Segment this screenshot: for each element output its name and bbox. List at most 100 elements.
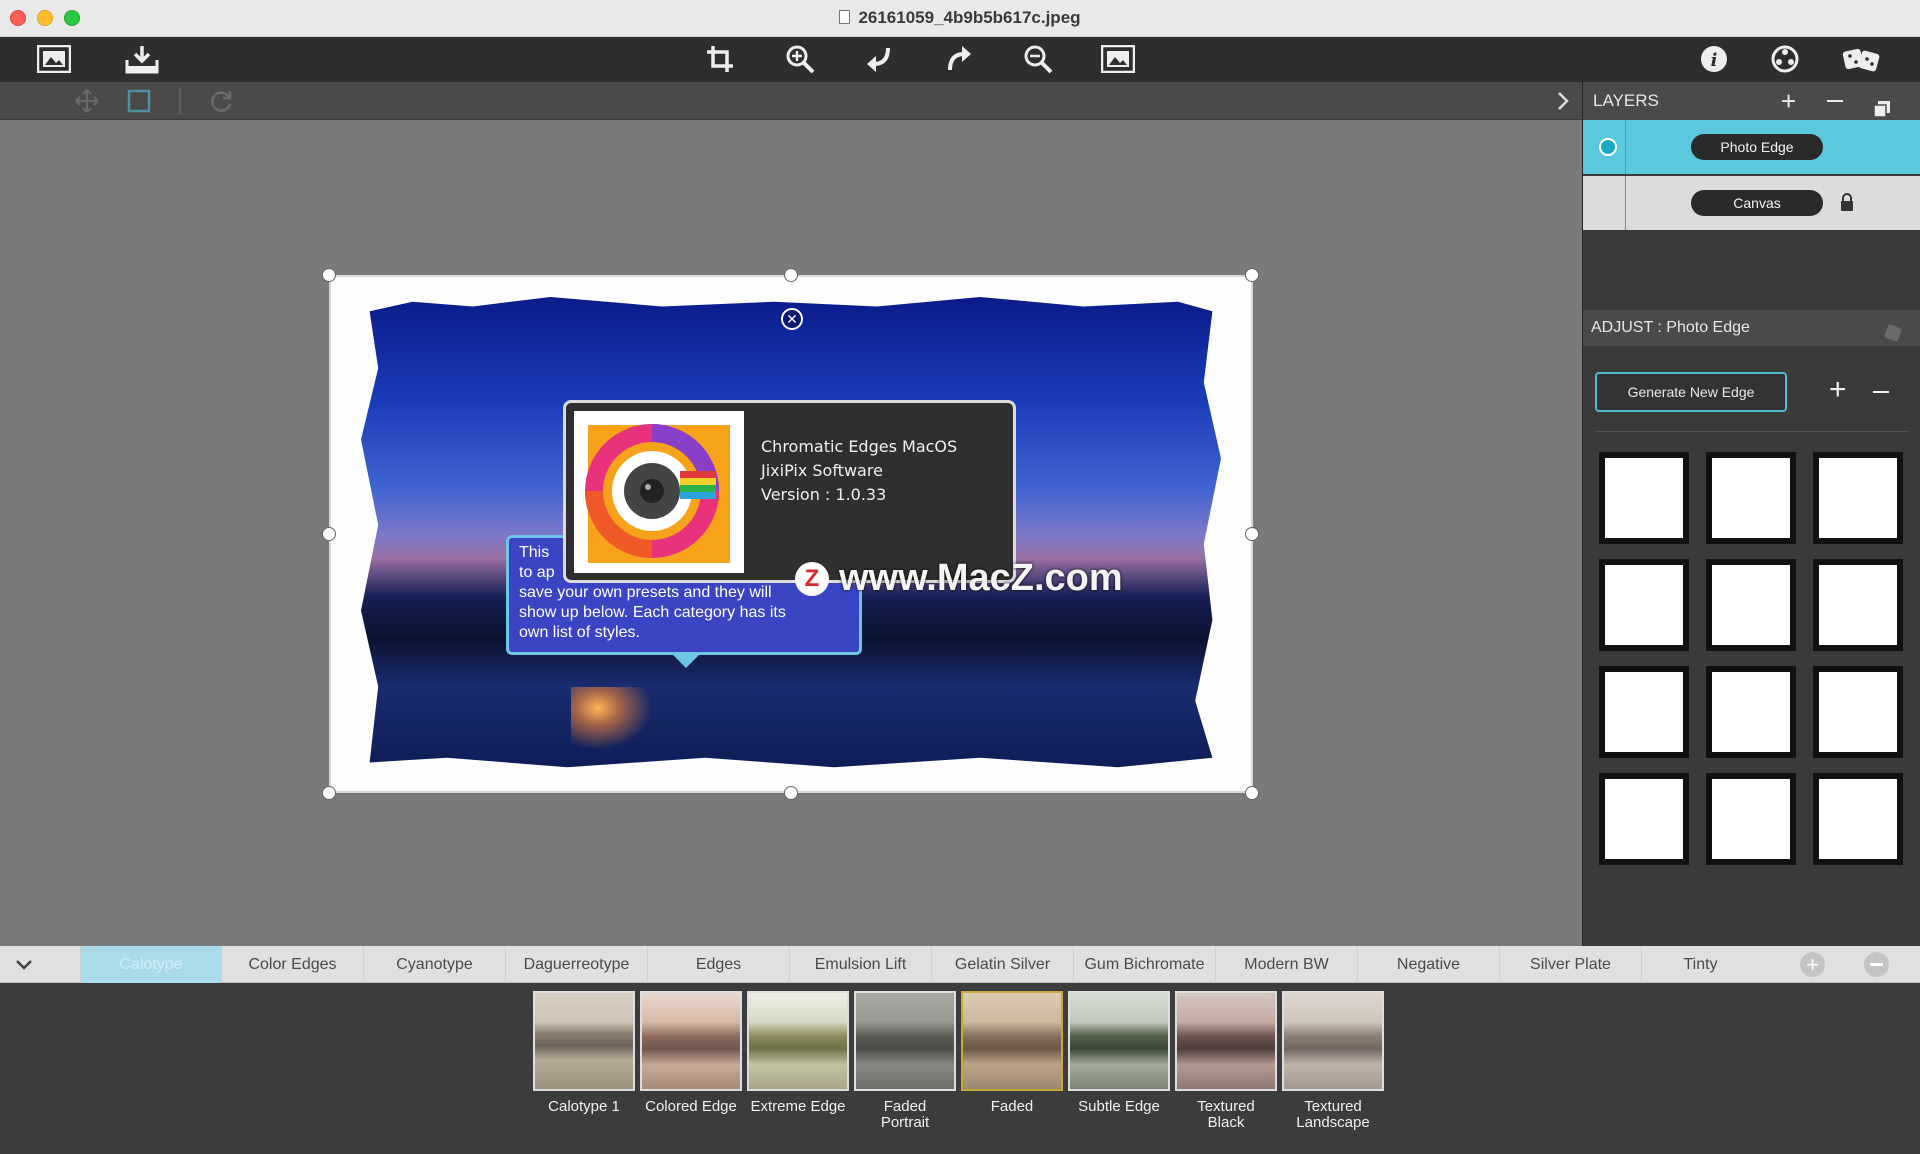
resize-handle-top-left[interactable] xyxy=(322,268,336,282)
remove-layer-icon[interactable] xyxy=(1827,100,1843,102)
tab-emulsion-lift[interactable]: Emulsion Lift xyxy=(789,946,931,983)
preset-label: Faded xyxy=(990,1098,1034,1115)
redo-icon[interactable] xyxy=(939,41,979,77)
add-layer-icon[interactable]: + xyxy=(1781,82,1796,120)
layer-row-canvas[interactable]: Canvas xyxy=(1583,176,1920,230)
lock-icon[interactable] xyxy=(1839,192,1855,217)
app-window: 26161059_4b9b5b617c.jpeg i This to ap sa… xyxy=(0,0,1920,1154)
expand-panel-chevron-icon[interactable] xyxy=(1548,87,1578,115)
preset-thumbnail xyxy=(640,991,742,1091)
save-image-icon[interactable] xyxy=(122,41,162,77)
edge-thumbnail[interactable] xyxy=(1599,666,1689,758)
preset-label: Subtle Edge xyxy=(1078,1098,1160,1115)
edge-thumbnail[interactable] xyxy=(1706,452,1796,544)
zoom-in-icon[interactable] xyxy=(780,41,820,77)
tab-gelatin-silver[interactable]: Gelatin Silver xyxy=(931,946,1073,983)
tab-negative[interactable]: Negative xyxy=(1357,946,1499,983)
layer-label: Canvas xyxy=(1691,190,1823,216)
preset-faded-portrait[interactable]: Faded Portrait xyxy=(854,991,956,1131)
main-toolbar: i xyxy=(0,37,1920,82)
app-logo xyxy=(574,411,744,573)
preset-label: Faded Portrait xyxy=(880,1098,930,1131)
about-dialog: Chromatic Edges MacOS JixiPix Software V… xyxy=(563,400,1016,583)
preset-label: Textured Landscape xyxy=(1296,1098,1370,1131)
tooltip-arrow xyxy=(672,654,700,668)
edge-thumbnail[interactable] xyxy=(1599,559,1689,651)
preset-subtle-edge[interactable]: Subtle Edge xyxy=(1068,991,1170,1115)
preset-label: Colored Edge xyxy=(645,1098,737,1115)
move-tool-icon[interactable] xyxy=(72,87,102,115)
edge-thumbnail[interactable] xyxy=(1813,666,1903,758)
layer-divider xyxy=(1625,176,1626,230)
remove-edge-icon[interactable] xyxy=(1873,391,1889,393)
edge-thumbnail[interactable] xyxy=(1599,773,1689,865)
tab-edges[interactable]: Edges xyxy=(647,946,789,983)
preset-faded[interactable]: Faded xyxy=(961,991,1063,1115)
preset-thumbnail xyxy=(747,991,849,1091)
resize-handle-bottom-left[interactable] xyxy=(322,786,336,800)
resize-handle-top[interactable] xyxy=(784,268,798,282)
toolbar-divider xyxy=(179,88,181,114)
tab-tinty[interactable]: Tinty xyxy=(1641,946,1759,983)
fit-image-icon[interactable] xyxy=(1098,41,1138,77)
remove-preset-icon[interactable] xyxy=(1864,952,1889,977)
tab-daguerreotype[interactable]: Daguerreotype xyxy=(505,946,647,983)
edge-thumbnail[interactable] xyxy=(1813,773,1903,865)
layer-row-photo-edge[interactable]: Photo Edge xyxy=(1583,120,1920,174)
window-title: 26161059_4b9b5b617c.jpeg xyxy=(0,8,1920,28)
watermark-logo: Z xyxy=(795,562,829,596)
edge-thumbnail[interactable] xyxy=(1706,666,1796,758)
edge-thumbnail[interactable] xyxy=(1813,452,1903,544)
resize-handle-right[interactable] xyxy=(1245,527,1259,541)
layer-visibility-icon[interactable] xyxy=(1599,138,1617,156)
add-preset-icon[interactable]: + xyxy=(1800,952,1825,977)
rotate-tool-icon[interactable] xyxy=(206,87,236,115)
preset-label: Textured Black xyxy=(1197,1098,1255,1131)
title-bar: 26161059_4b9b5b617c.jpeg xyxy=(0,0,1920,37)
edge-thumbnail[interactable] xyxy=(1599,452,1689,544)
tab-gum-bichromate[interactable]: Gum Bichromate xyxy=(1073,946,1215,983)
preset-label: Extreme Edge xyxy=(750,1098,846,1115)
generate-new-edge-button[interactable]: Generate New Edge xyxy=(1595,372,1787,412)
info-icon[interactable]: i xyxy=(1694,41,1734,77)
add-edge-icon[interactable]: + xyxy=(1829,373,1847,407)
preset-colored-edge[interactable]: Colored Edge xyxy=(640,991,742,1115)
tab-modern-bw[interactable]: Modern BW xyxy=(1215,946,1357,983)
select-tool-icon[interactable] xyxy=(124,87,154,115)
preset-thumbnail xyxy=(961,991,1063,1091)
preset-extreme-edge[interactable]: Extreme Edge xyxy=(747,991,849,1115)
preset-thumbnail xyxy=(1068,991,1170,1091)
svg-text:i: i xyxy=(1711,50,1718,71)
crop-icon[interactable] xyxy=(700,41,740,77)
collapse-chevron-icon[interactable] xyxy=(14,954,34,979)
randomize-dice-icon[interactable] xyxy=(1883,320,1905,356)
edge-thumbnail[interactable] xyxy=(1706,559,1796,651)
settings-icon[interactable] xyxy=(1765,41,1805,77)
preset-textured-landscape[interactable]: Textured Landscape xyxy=(1282,991,1384,1131)
preset-textured-black[interactable]: Textured Black xyxy=(1175,991,1277,1131)
open-image-icon[interactable] xyxy=(34,41,74,77)
resize-handle-bottom[interactable] xyxy=(784,786,798,800)
tab-color-edges[interactable]: Color Edges xyxy=(221,946,363,983)
preset-thumbnail xyxy=(1175,991,1277,1091)
layer-label: Photo Edge xyxy=(1691,134,1823,160)
preset-calotype-1[interactable]: Calotype 1 xyxy=(533,991,635,1115)
tab-silver-plate[interactable]: Silver Plate xyxy=(1499,946,1641,983)
resize-handle-bottom-right[interactable] xyxy=(1245,786,1259,800)
resize-handle-top-right[interactable] xyxy=(1245,268,1259,282)
layers-header: LAYERS + xyxy=(1583,82,1920,120)
resize-handle-left[interactable] xyxy=(322,527,336,541)
document-icon xyxy=(839,10,851,24)
app-name: Chromatic Edges MacOS xyxy=(761,437,958,456)
zoom-out-icon[interactable] xyxy=(1018,41,1058,77)
undo-icon[interactable] xyxy=(859,41,899,77)
divider xyxy=(1595,431,1909,432)
tab-cyanotype[interactable]: Cyanotype xyxy=(363,946,505,983)
edge-thumbnail[interactable] xyxy=(1706,773,1796,865)
close-about-icon[interactable]: ✕ xyxy=(781,308,803,330)
adjust-header: ADJUST : Photo Edge xyxy=(1583,310,1920,346)
randomize-dice-icon[interactable] xyxy=(1842,41,1882,77)
tab-calotype[interactable]: Calotype xyxy=(80,946,221,983)
preset-thumbnail xyxy=(854,991,956,1091)
edge-thumbnail[interactable] xyxy=(1813,559,1903,651)
